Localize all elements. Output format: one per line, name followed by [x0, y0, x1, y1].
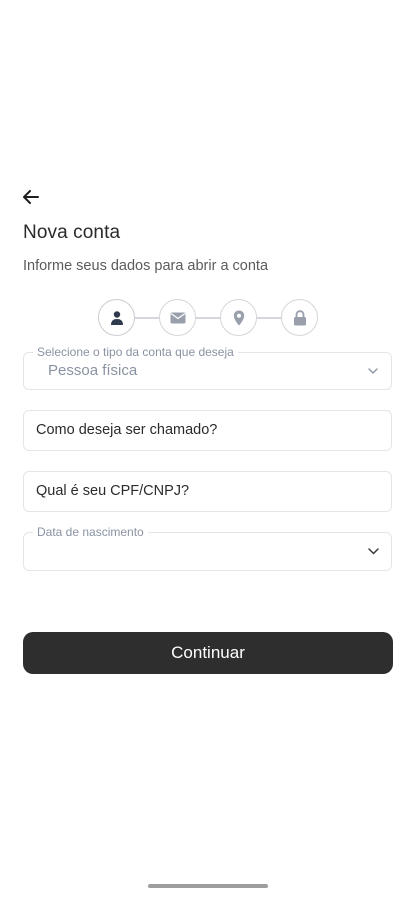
account-type-label: Selecione o tipo da conta que deseja	[33, 345, 238, 359]
step-security	[281, 299, 318, 336]
step-address	[220, 299, 257, 336]
document-placeholder: Qual é seu CPF/CNPJ?	[36, 483, 190, 499]
birth-date-select[interactable]: Data de nascimento	[23, 525, 392, 571]
arrow-left-icon	[23, 190, 39, 204]
back-button[interactable]	[20, 186, 42, 208]
lock-icon	[293, 309, 306, 325]
step-personal-data	[98, 299, 135, 336]
envelope-icon	[170, 312, 185, 323]
document-input[interactable]: Qual é seu CPF/CNPJ?	[23, 471, 392, 512]
step-connector	[135, 317, 160, 319]
step-contact	[159, 299, 196, 336]
home-indicator[interactable]	[148, 884, 268, 888]
chevron-down-icon	[367, 365, 379, 377]
chevron-down-icon	[367, 546, 379, 558]
page-title: Nova conta	[23, 222, 121, 243]
person-icon	[110, 310, 123, 325]
page-subtitle: Informe seus dados para abrir a conta	[23, 258, 269, 274]
nickname-input[interactable]: Como deseja ser chamado?	[23, 410, 392, 451]
step-connector	[196, 317, 221, 319]
location-pin-icon	[233, 310, 244, 325]
account-type-value: Pessoa física	[48, 362, 138, 379]
birth-date-label: Data de nascimento	[33, 525, 148, 539]
progress-stepper	[98, 299, 320, 336]
account-type-select[interactable]: Selecione o tipo da conta que deseja Pes…	[23, 345, 392, 390]
nickname-placeholder: Como deseja ser chamado?	[36, 422, 218, 438]
continue-button[interactable]: Continuar	[23, 632, 393, 674]
step-connector	[257, 317, 282, 319]
